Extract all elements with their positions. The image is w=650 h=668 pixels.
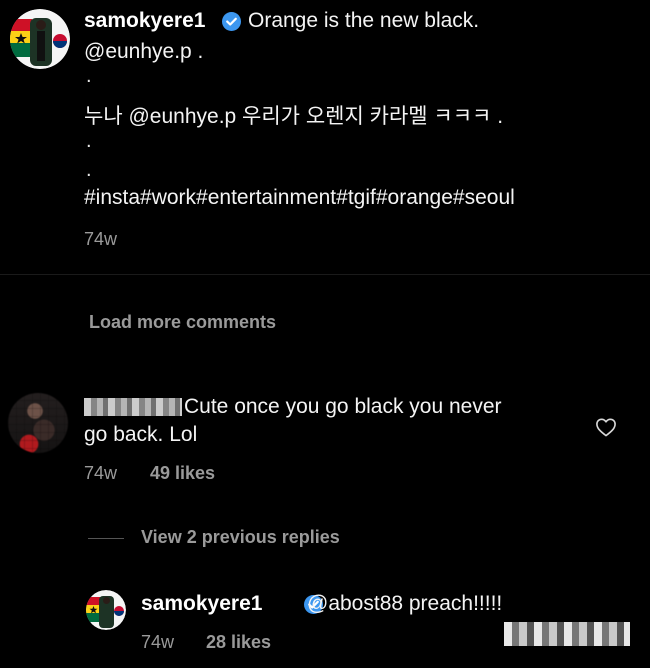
reply-likes-count[interactable]: 28 likes <box>206 632 271 653</box>
caption-korean-line: 누나 @eunhye.p 우리가 오렌지 카라멜 ㅋㅋㅋ . <box>84 105 504 128</box>
heart-icon[interactable] <box>595 417 617 437</box>
reply-username[interactable]: samokyere1 <box>141 592 262 616</box>
comment-likes-count[interactable]: 49 likes <box>150 463 215 484</box>
load-more-comments-button[interactable]: Load more comments <box>89 312 276 333</box>
reply-timestamp: 74w <box>141 632 175 652</box>
redacted-watermark <box>504 622 630 646</box>
avatar-image <box>10 9 70 69</box>
post-username[interactable]: samokyere1 <box>84 9 205 33</box>
commenter-avatar[interactable] <box>8 393 68 453</box>
post-timestamp: 74w <box>84 229 118 249</box>
reply-author-avatar[interactable] <box>86 590 126 630</box>
view-previous-replies-button[interactable]: View 2 previous replies <box>141 527 340 548</box>
post-author-avatar[interactable] <box>10 9 70 69</box>
verified-badge-icon <box>222 12 241 31</box>
caption-dot: . <box>86 65 92 87</box>
commenter-username-redacted[interactable] <box>84 398 182 416</box>
comment-text-line-1: Cute once you go black you never <box>184 395 502 418</box>
replies-line <box>88 538 124 539</box>
comment-timestamp: 74w <box>84 463 118 483</box>
caption-line: Orange is the new black. <box>248 9 480 32</box>
reply-avatar-image <box>86 590 126 630</box>
section-divider <box>0 274 650 275</box>
caption-dot: . <box>86 159 92 181</box>
caption-mention-link[interactable]: @eunhye.p . <box>84 40 203 64</box>
caption-dot: . <box>86 130 92 152</box>
comment-text-line-2: go back. Lol <box>84 423 198 446</box>
caption-hashtags[interactable]: #insta#work#entertainment#tgif#orange#se… <box>84 186 515 210</box>
reply-text: @abost88 preach!!!!! <box>307 592 503 615</box>
